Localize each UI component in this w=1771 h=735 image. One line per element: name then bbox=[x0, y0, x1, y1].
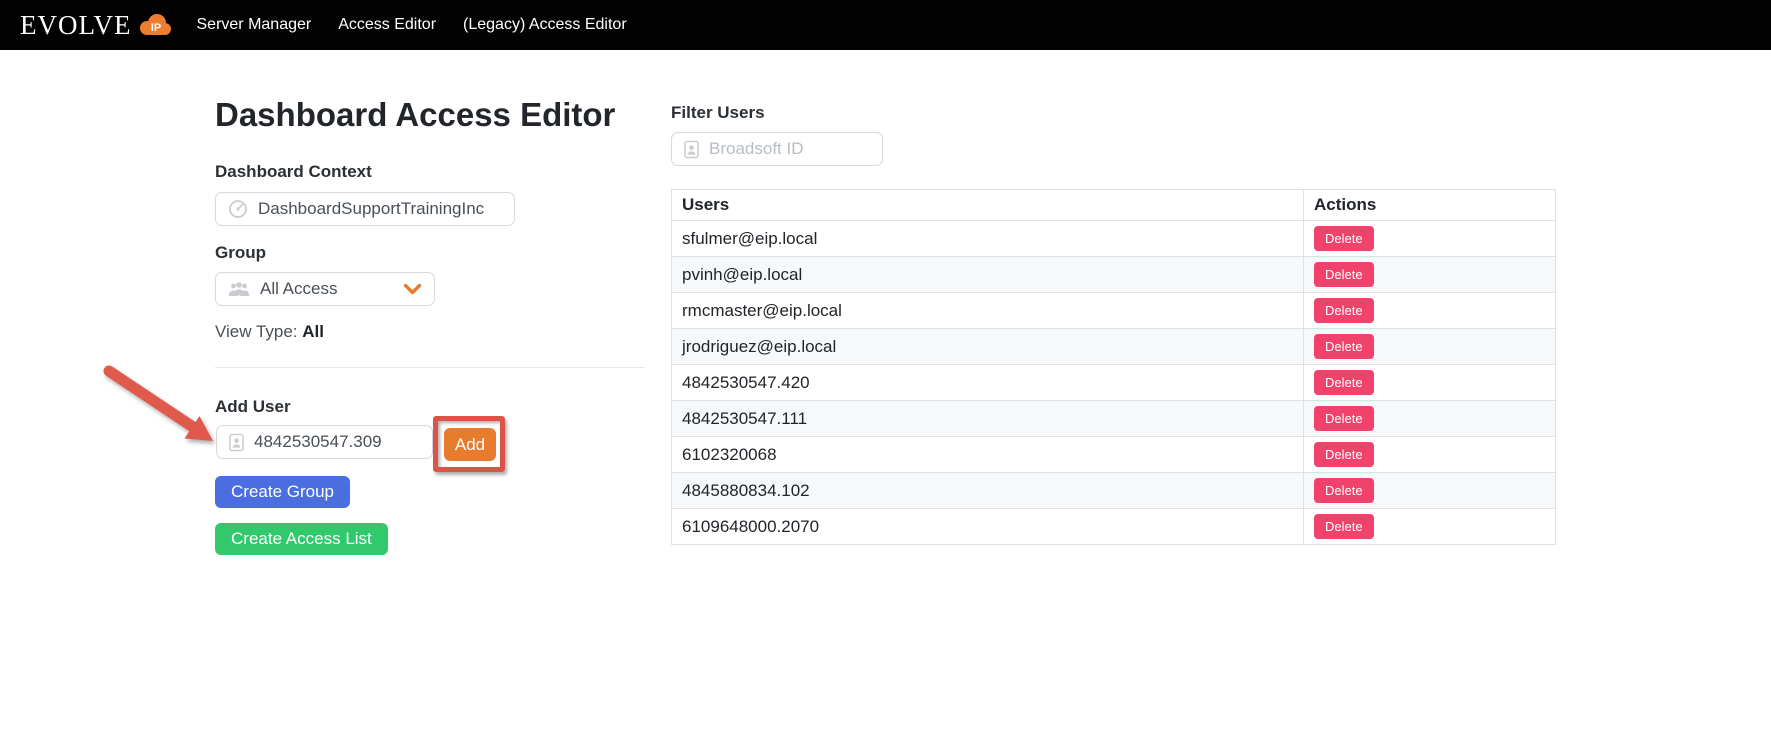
nav-item-access-editor[interactable]: Access Editor bbox=[338, 16, 436, 34]
table-row: 6102320068 Delete bbox=[672, 437, 1556, 473]
filter-users-label: Filter Users bbox=[671, 103, 765, 123]
table-header-row: Users Actions bbox=[672, 190, 1556, 221]
delete-button[interactable]: Delete bbox=[1314, 514, 1374, 539]
section-divider bbox=[215, 367, 645, 368]
top-navbar: EVOLVE IP Server Manager Access Editor (Le… bbox=[0, 0, 1771, 50]
logo-badge-text: IP bbox=[150, 22, 160, 34]
table-row: 4842530547.420 Delete bbox=[672, 365, 1556, 401]
evolve-ip-logo[interactable]: EVOLVE IP bbox=[20, 12, 173, 39]
delete-button[interactable]: Delete bbox=[1314, 442, 1374, 467]
dashboard-context-label: Dashboard Context bbox=[215, 162, 372, 182]
create-access-list-button[interactable]: Create Access List bbox=[215, 523, 388, 555]
delete-button[interactable]: Delete bbox=[1314, 298, 1374, 323]
logo-text: EVOLVE bbox=[20, 12, 132, 39]
actions-column-header: Actions bbox=[1304, 190, 1556, 221]
user-id-cell: 6109648000.2070 bbox=[672, 509, 1304, 545]
actions-cell: Delete bbox=[1304, 473, 1556, 509]
table-row: pvinh@eip.local Delete bbox=[672, 257, 1556, 293]
actions-cell: Delete bbox=[1304, 365, 1556, 401]
table-row: 4845880834.102 Delete bbox=[672, 473, 1556, 509]
nav-item-server-manager[interactable]: Server Manager bbox=[197, 16, 312, 34]
red-arrow-annotation bbox=[98, 355, 233, 460]
user-id-cell: 6102320068 bbox=[672, 437, 1304, 473]
actions-cell: Delete bbox=[1304, 293, 1556, 329]
id-badge-icon bbox=[229, 433, 244, 452]
users-icon bbox=[228, 281, 250, 298]
create-group-button[interactable]: Create Group bbox=[215, 476, 350, 508]
filter-users-placeholder: Broadsoft ID bbox=[709, 139, 804, 159]
dashboard-context-input[interactable]: DashboardSupportTrainingInc bbox=[215, 192, 515, 226]
cloud-ip-logo-icon: IP bbox=[137, 12, 173, 38]
users-table-body: sfulmer@eip.local Delete pvinh@eip.local De… bbox=[672, 221, 1556, 545]
user-id-cell: rmcmaster@eip.local bbox=[672, 293, 1304, 329]
add-user-input[interactable]: 4842530547.309 bbox=[216, 425, 433, 459]
dashboard-context-value: DashboardSupportTrainingInc bbox=[258, 199, 484, 219]
delete-button[interactable]: Delete bbox=[1314, 370, 1374, 395]
user-id-cell: 4842530547.420 bbox=[672, 365, 1304, 401]
nav-links: Server Manager Access Editor (Legacy) Acce… bbox=[197, 16, 627, 34]
user-id-cell: 4845880834.102 bbox=[672, 473, 1304, 509]
filter-users-input[interactable]: Broadsoft ID bbox=[671, 132, 883, 166]
actions-cell: Delete bbox=[1304, 221, 1556, 257]
user-id-cell: 4842530547.111 bbox=[672, 401, 1304, 437]
delete-button[interactable]: Delete bbox=[1314, 262, 1374, 287]
page-title: Dashboard Access Editor bbox=[215, 96, 615, 134]
actions-cell: Delete bbox=[1304, 437, 1556, 473]
table-row: sfulmer@eip.local Delete bbox=[672, 221, 1556, 257]
view-type-value: All bbox=[302, 322, 324, 341]
table-row: 6109648000.2070 Delete bbox=[672, 509, 1556, 545]
delete-button[interactable]: Delete bbox=[1314, 226, 1374, 251]
user-id-cell: jrodriguez@eip.local bbox=[672, 329, 1304, 365]
gauge-icon bbox=[228, 199, 248, 219]
group-selected-value: All Access bbox=[260, 279, 337, 299]
add-user-label: Add User bbox=[215, 397, 291, 417]
actions-cell: Delete bbox=[1304, 329, 1556, 365]
user-id-cell: sfulmer@eip.local bbox=[672, 221, 1304, 257]
actions-cell: Delete bbox=[1304, 509, 1556, 545]
actions-cell: Delete bbox=[1304, 401, 1556, 437]
delete-button[interactable]: Delete bbox=[1314, 334, 1374, 359]
group-label: Group bbox=[215, 243, 266, 263]
table-row: jrodriguez@eip.local Delete bbox=[672, 329, 1556, 365]
delete-button[interactable]: Delete bbox=[1314, 478, 1374, 503]
table-row: 4842530547.111 Delete bbox=[672, 401, 1556, 437]
nav-item-legacy-access-editor[interactable]: (Legacy) Access Editor bbox=[463, 16, 627, 34]
group-select[interactable]: All Access bbox=[215, 272, 435, 306]
delete-button[interactable]: Delete bbox=[1314, 406, 1374, 431]
table-row: rmcmaster@eip.local Delete bbox=[672, 293, 1556, 329]
actions-cell: Delete bbox=[1304, 257, 1556, 293]
add-button[interactable]: Add bbox=[444, 428, 496, 461]
id-badge-icon bbox=[684, 140, 699, 159]
view-type-label: View Type: bbox=[215, 322, 298, 341]
users-table: Users Actions sfulmer@eip.localDeletepvi… bbox=[671, 189, 1556, 545]
users-column-header: Users bbox=[672, 190, 1304, 221]
dashboard-access-editor-screen: EVOLVE IP Server Manager Access Editor (Le… bbox=[0, 0, 1771, 735]
add-user-value: 4842530547.309 bbox=[254, 432, 382, 452]
chevron-down-icon bbox=[403, 283, 422, 296]
user-id-cell: pvinh@eip.local bbox=[672, 257, 1304, 293]
view-type-text: View Type: All bbox=[215, 322, 324, 342]
